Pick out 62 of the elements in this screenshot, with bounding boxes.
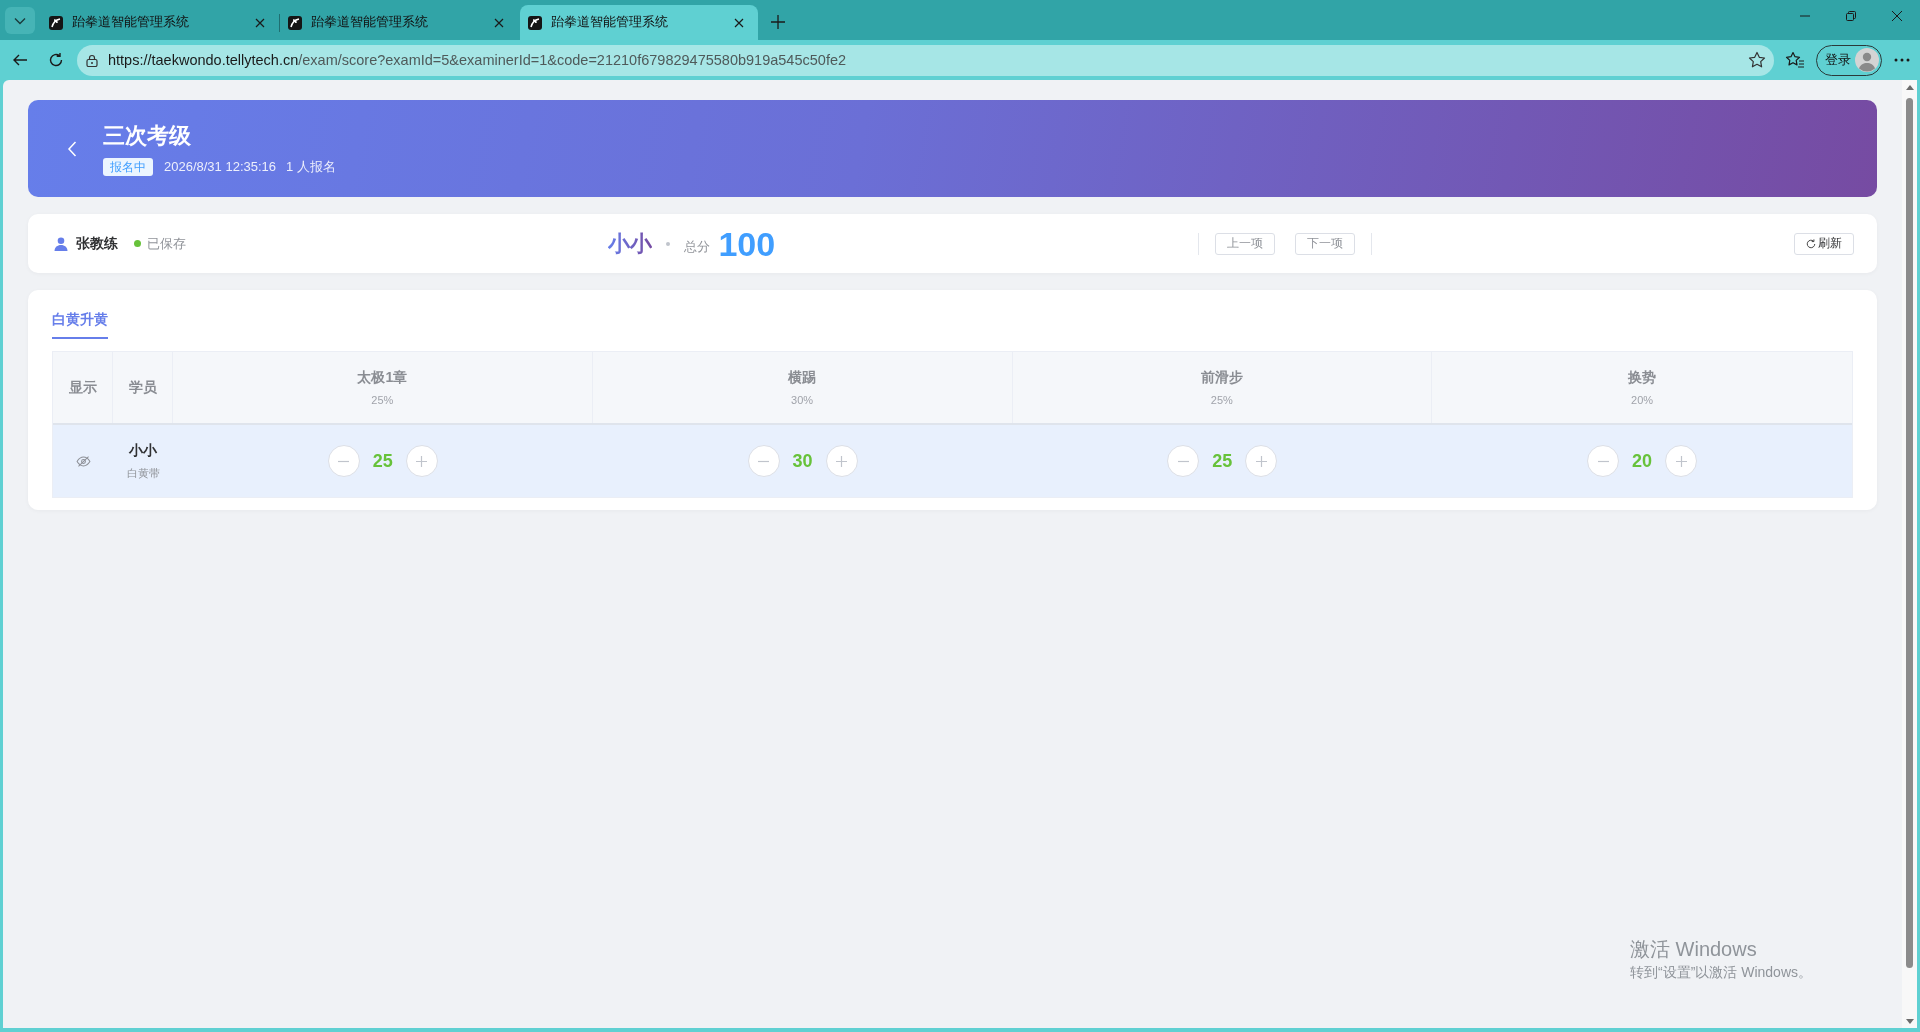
eye-off-icon[interactable] — [75, 455, 91, 467]
refresh-icon — [1806, 238, 1816, 249]
separator-dot-icon — [666, 241, 671, 246]
belt-label: 白黄带 — [126, 465, 160, 481]
more-icon[interactable] — [1894, 58, 1910, 62]
restore-icon[interactable] — [1846, 11, 1856, 21]
scrollbar-thumb[interactable] — [1906, 98, 1913, 968]
column-title: 太极1章 — [357, 369, 408, 387]
score-value: 25 — [371, 450, 394, 472]
user-icon — [54, 236, 68, 251]
column-weight: 20% — [1631, 394, 1654, 406]
total-score: 100 — [718, 223, 776, 264]
signup-count: 1 人报名 — [286, 157, 336, 176]
site-logo-icon — [49, 15, 63, 30]
favorites-icon[interactable] — [1785, 51, 1805, 69]
status-badge: 报名中 — [103, 157, 153, 176]
score-value: 30 — [791, 450, 814, 472]
chevron-left-icon[interactable] — [67, 140, 77, 157]
plus-icon — [1255, 455, 1267, 467]
column-weight: 25% — [1210, 394, 1233, 406]
refresh-icon[interactable] — [48, 52, 64, 68]
lock-icon — [86, 53, 98, 67]
plus-icon — [1675, 455, 1687, 467]
tab-list-button[interactable] — [5, 7, 35, 34]
column-title: 横踢 — [788, 369, 817, 387]
star-icon[interactable] — [1748, 51, 1766, 69]
category-tab[interactable]: 白黄升黄 — [52, 309, 108, 339]
back-icon[interactable] — [12, 52, 28, 68]
activation-title: 激活 Windows — [1630, 937, 1758, 961]
examiner-name: 张教练 — [76, 234, 118, 253]
activation-text: 转到“设置”以激活 Windows。 — [1630, 964, 1812, 982]
site-logo-icon — [288, 15, 302, 30]
refresh-button[interactable]: 刷新 — [1794, 232, 1854, 255]
close-icon[interactable] — [255, 17, 265, 28]
close-icon[interactable] — [1892, 11, 1902, 21]
score-value: 25 — [1211, 450, 1234, 472]
exam-title: 三次考级 — [103, 121, 191, 150]
column-title: 显示 — [68, 378, 97, 397]
scroll-down-icon[interactable] — [1905, 1019, 1914, 1024]
close-icon[interactable] — [494, 17, 504, 28]
column-title: 换势 — [1628, 369, 1657, 387]
site-logo-icon — [528, 15, 542, 30]
save-status: 已保存 — [147, 234, 186, 253]
score-value: 20 — [1631, 450, 1654, 472]
column-title: 学员 — [128, 378, 157, 397]
exam-date: 2026/8/31 12:35:16 — [164, 159, 277, 174]
plus-icon — [836, 455, 848, 467]
column-weight: 25% — [371, 394, 394, 406]
total-label: 总分 — [684, 237, 711, 256]
browser-tab[interactable]: 跆拳道智能管理系统 — [280, 5, 518, 40]
browser-tab[interactable]: 跆拳道智能管理系统 — [41, 5, 279, 40]
table-row[interactable]: 小小 白黄带 25 30 25 20 — [53, 425, 1852, 497]
address-bar[interactable]: https://taekwondo.tellytech.cn/exam/score?examId=5&examinerId=1&code=21210f679829475580b919a545c50fe2 — [77, 44, 1774, 76]
avatar-icon — [1855, 48, 1879, 72]
plus-icon[interactable] — [771, 15, 785, 29]
plus-icon — [416, 455, 428, 467]
browser-tab[interactable]: 跆拳道智能管理系统 — [520, 5, 758, 40]
column-weight: 30% — [791, 394, 814, 406]
student-name: 小小 — [129, 441, 157, 460]
close-icon[interactable] — [734, 17, 744, 28]
scroll-up-icon[interactable] — [1905, 85, 1914, 90]
column-title: 前滑步 — [1200, 369, 1243, 387]
